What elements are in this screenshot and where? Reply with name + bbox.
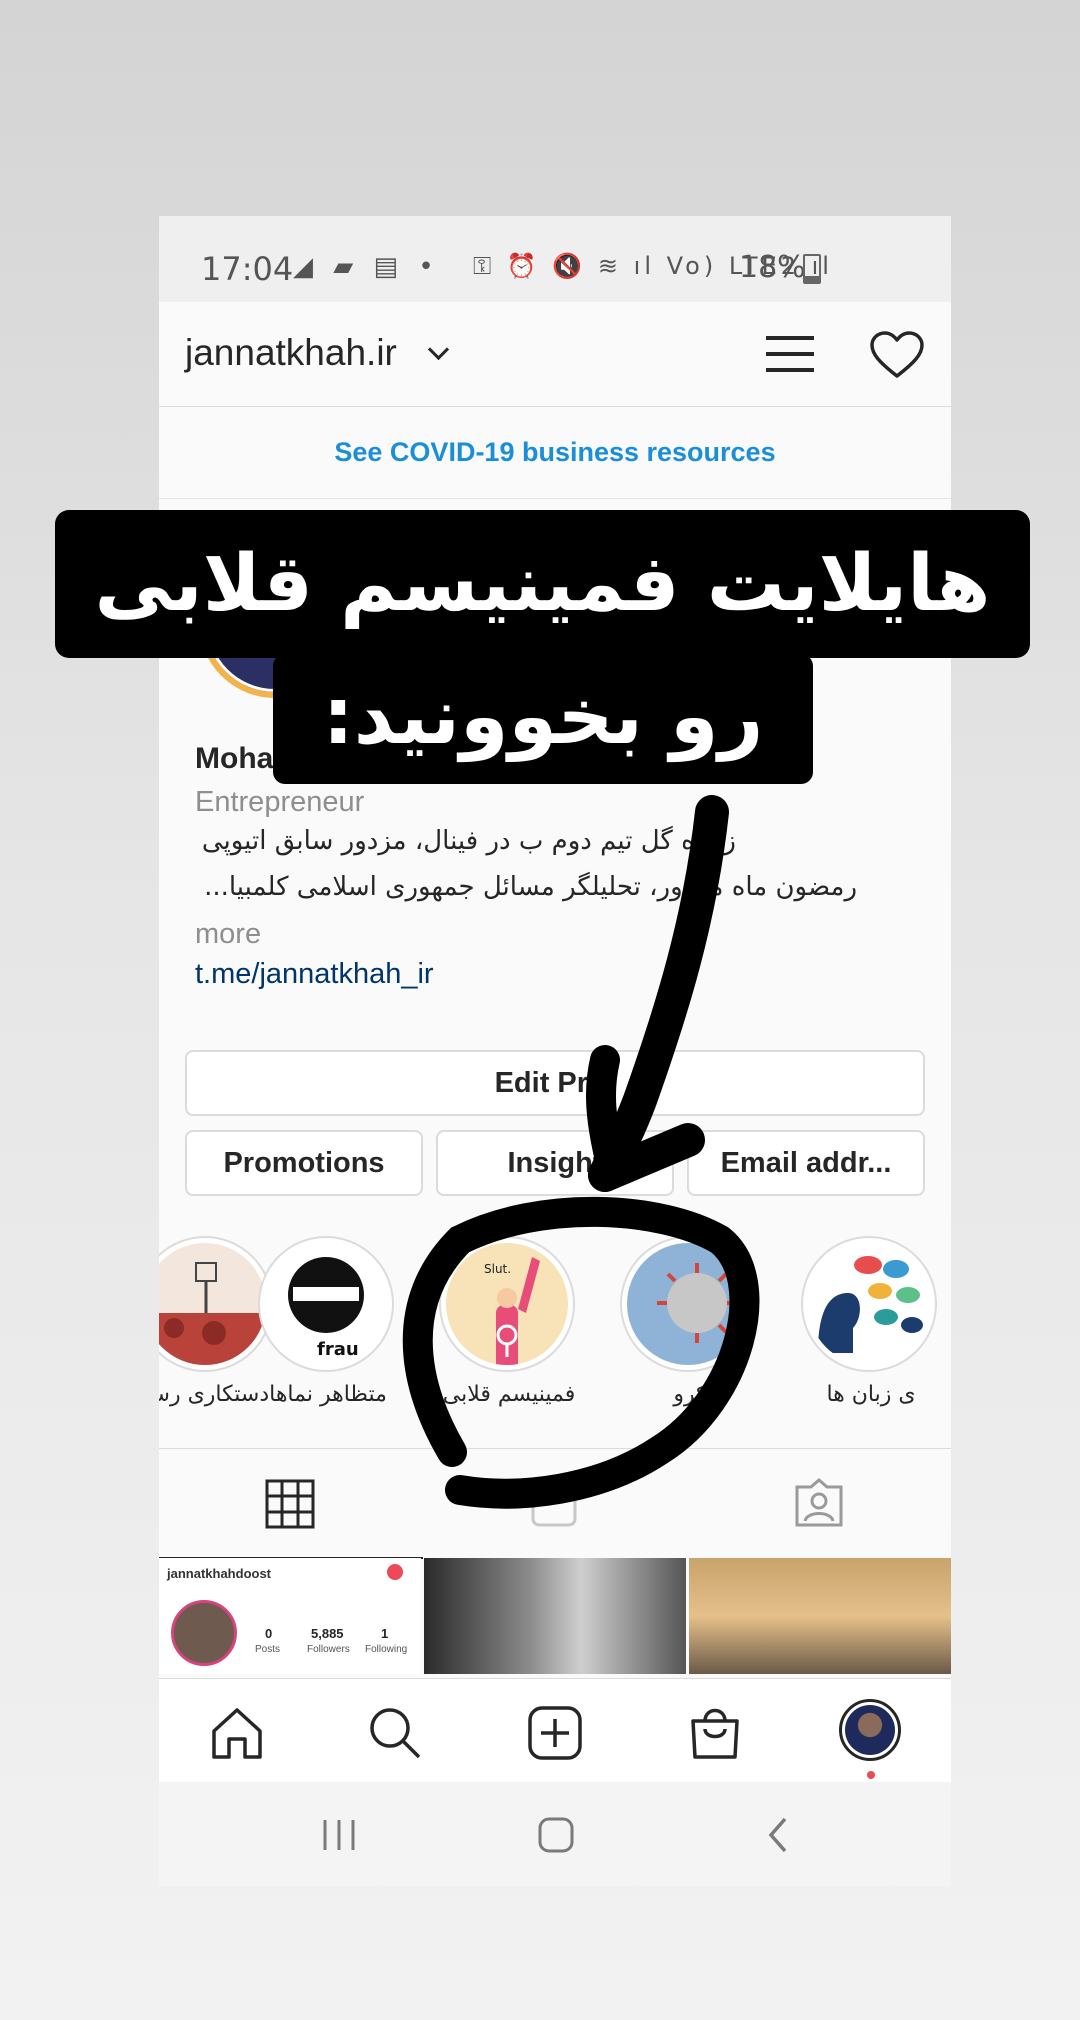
status-bar: 17:04 ◢ ▰ ▤ • ⚿ ⏰ 🔇 ≋ ıl Vo) LTE2 ıl 18% bbox=[159, 216, 951, 302]
highlight-item[interactable]: Slut. فمینیسم قلابی bbox=[439, 1236, 579, 1407]
back-icon[interactable] bbox=[765, 1816, 791, 1854]
home-icon[interactable] bbox=[209, 1705, 265, 1761]
tab-grid[interactable] bbox=[159, 1449, 423, 1559]
heart-icon[interactable] bbox=[869, 330, 925, 380]
profile-name: Moha bbox=[195, 742, 274, 775]
tab-tagged[interactable] bbox=[687, 1449, 951, 1557]
recent-apps-icon[interactable] bbox=[319, 1818, 359, 1852]
notification-icons: ◢ ▰ ▤ • bbox=[293, 252, 440, 282]
post1-followers-count: 5,885 bbox=[311, 1626, 344, 1641]
post1-posts-count: 0 bbox=[265, 1626, 273, 1641]
post1-avatar bbox=[171, 1600, 237, 1666]
profile-category: Entrepreneur bbox=[195, 786, 365, 818]
overlay-caption-line2: رو بخوونید: bbox=[273, 654, 813, 784]
highlight-item[interactable]: کرو bbox=[620, 1236, 760, 1407]
battery-level: 18% bbox=[739, 250, 806, 285]
post1-followers-label: Followers bbox=[307, 1644, 350, 1655]
post-thumbnail[interactable]: jannatkhahdoost 0 Posts 5,885 Followers … bbox=[159, 1558, 421, 1674]
post-thumbnail[interactable] bbox=[689, 1558, 951, 1674]
battery-icon bbox=[803, 254, 821, 284]
profile-header: jannatkhah.ir bbox=[159, 302, 951, 407]
highlight-cover: frau bbox=[265, 1243, 387, 1365]
covid-resources-link[interactable]: See COVID-19 business resources bbox=[159, 406, 951, 499]
igtv-icon bbox=[531, 1487, 577, 1527]
system-navigation-bar bbox=[159, 1782, 951, 1886]
profile-bio-line1: زننده گل تیم دوم ب در فینال، مزدور سابق … bbox=[201, 826, 736, 856]
fraud-text: frau bbox=[317, 1339, 359, 1360]
highlight-label: ی زبان ها bbox=[826, 1382, 916, 1407]
post1-posts-label: Posts bbox=[255, 1644, 281, 1655]
email-button[interactable]: Email addr... bbox=[687, 1130, 925, 1196]
bottom-navigation bbox=[159, 1678, 951, 1783]
profile-tab-avatar[interactable] bbox=[839, 1699, 901, 1761]
hamburger-icon[interactable] bbox=[766, 334, 814, 374]
chevron-down-icon[interactable] bbox=[427, 338, 450, 361]
notification-badge bbox=[387, 1564, 403, 1580]
shop-icon[interactable] bbox=[687, 1703, 743, 1761]
profile-tabs bbox=[159, 1448, 951, 1559]
post1-following-count: 1 bbox=[381, 1626, 389, 1641]
highlight-cover bbox=[808, 1243, 930, 1365]
post-thumbnail[interactable] bbox=[424, 1558, 686, 1674]
insights-button[interactable]: Insight bbox=[436, 1130, 674, 1196]
highlight-cover: Slut. bbox=[446, 1243, 568, 1365]
highlight-item[interactable]: frau متظاهر نماها bbox=[258, 1236, 398, 1407]
highlight-cover bbox=[627, 1243, 749, 1365]
edit-profile-button[interactable]: Edit Prof bbox=[185, 1050, 925, 1116]
search-icon[interactable] bbox=[367, 1705, 423, 1761]
highlight-label: فمینیسم قلابی bbox=[442, 1382, 576, 1407]
post-grid: jannatkhahdoost 0 Posts 5,885 Followers … bbox=[159, 1558, 951, 1674]
status-time: 17:04 bbox=[201, 250, 294, 288]
highlight-label: کرو bbox=[673, 1382, 707, 1407]
tab-igtv[interactable] bbox=[423, 1449, 687, 1557]
slut-text: Slut. bbox=[484, 1262, 511, 1276]
profile-website-link[interactable]: t.me/jannatkhah_ir bbox=[195, 958, 434, 991]
post1-username: jannatkhahdoost bbox=[167, 1566, 272, 1581]
profile-bio-line2: رمضون ماه مغرور، تحلیلگر مسائل جمهوری اس… bbox=[204, 872, 857, 902]
new-post-icon[interactable] bbox=[527, 1705, 583, 1761]
home-button-icon[interactable] bbox=[537, 1816, 575, 1854]
phone-screen: 17:04 ◢ ▰ ▤ • ⚿ ⏰ 🔇 ≋ ıl Vo) LTE2 ıl 18%… bbox=[159, 216, 951, 1886]
highlight-item[interactable]: ی زبان ها bbox=[801, 1236, 941, 1407]
highlight-cover bbox=[159, 1243, 266, 1365]
promotions-button[interactable]: Promotions bbox=[185, 1130, 423, 1196]
account-username[interactable]: jannatkhah.ir bbox=[185, 332, 397, 374]
profile-notification-dot bbox=[867, 1771, 875, 1779]
overlay-caption-line1: هایلایت فمینیسم قلابی bbox=[55, 510, 1030, 658]
tagged-user-icon bbox=[795, 1478, 843, 1527]
bio-more-link[interactable]: more bbox=[195, 918, 261, 951]
grid-icon bbox=[265, 1479, 315, 1529]
highlight-label: متظاهر نماها bbox=[269, 1382, 387, 1407]
post1-following-label: Following bbox=[365, 1644, 408, 1655]
